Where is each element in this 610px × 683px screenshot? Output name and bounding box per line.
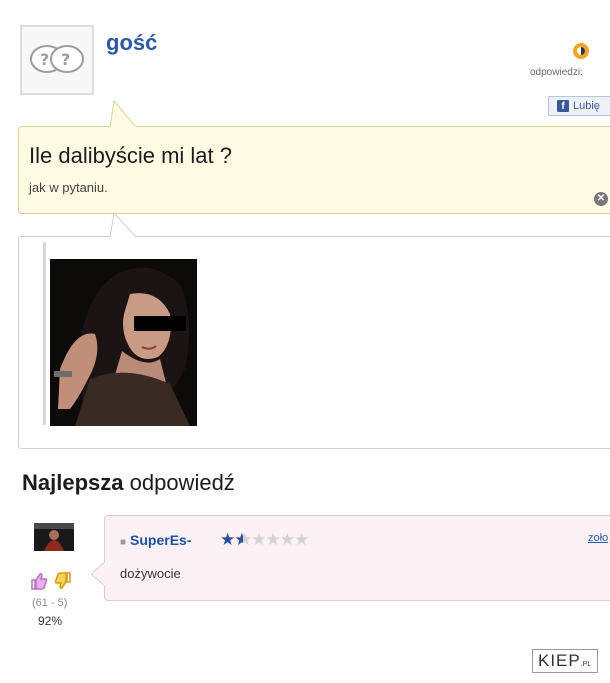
question-bubbles-icon: ? ? [30, 45, 84, 73]
best-answer-heading: Najlepsza odpowiedź [22, 470, 235, 496]
answer-box [104, 515, 610, 601]
asker-username[interactable]: gość [106, 30, 157, 56]
rank-link[interactable]: zoło [588, 532, 608, 544]
answerer-name: SuperEs- [130, 532, 192, 548]
star-icon-empty: ★★★★ [251, 530, 309, 549]
facebook-icon: f [557, 100, 569, 112]
answerer-avatar[interactable] [34, 523, 74, 551]
bullet-icon: ■ [120, 537, 127, 548]
like-label: Lubię [573, 100, 600, 112]
answers-label: odpowiedzi: [530, 67, 583, 78]
close-icon[interactable]: ✕ [594, 192, 608, 206]
asker-avatar[interactable]: ? ? [20, 25, 94, 95]
answers-count-icon [573, 43, 589, 59]
best-answer-heading-bold: Najlepsza [22, 470, 124, 495]
question-box [18, 126, 610, 214]
facebook-like-button[interactable]: f Lubię [548, 96, 610, 116]
kiep-watermark: KIEP.PL [532, 649, 598, 673]
star-icon-filled: ★ [220, 530, 235, 549]
approval-percent: 92% [38, 614, 63, 628]
question-bubble-pointer [109, 100, 137, 128]
thumbs-up-icon[interactable] [30, 572, 48, 590]
image-divider [43, 242, 46, 425]
svg-text:?: ? [61, 50, 70, 69]
vote-counts: (61 - 5) [32, 597, 68, 609]
answer-text: dożywocie [120, 566, 181, 581]
question-description: jak w pytaniu. [29, 180, 108, 195]
rank-stars: ★★★★★★★ [220, 530, 309, 550]
svg-text:?: ? [40, 50, 49, 69]
watermark-suffix: .PL [580, 661, 592, 668]
question-photo[interactable] [50, 259, 197, 426]
best-answer-heading-rest: odpowiedź [123, 470, 235, 495]
image-panel-pointer [109, 212, 137, 238]
answer-bubble-pointer [90, 561, 106, 587]
watermark-main: KIEP [538, 651, 581, 670]
question-title: Ile dalibyście mi lat ? [29, 143, 232, 168]
thumbs-down-icon[interactable] [54, 572, 72, 590]
answerer-username[interactable]: ■ SuperEs- [120, 532, 192, 548]
star-icon-half: ★ [234, 530, 244, 549]
